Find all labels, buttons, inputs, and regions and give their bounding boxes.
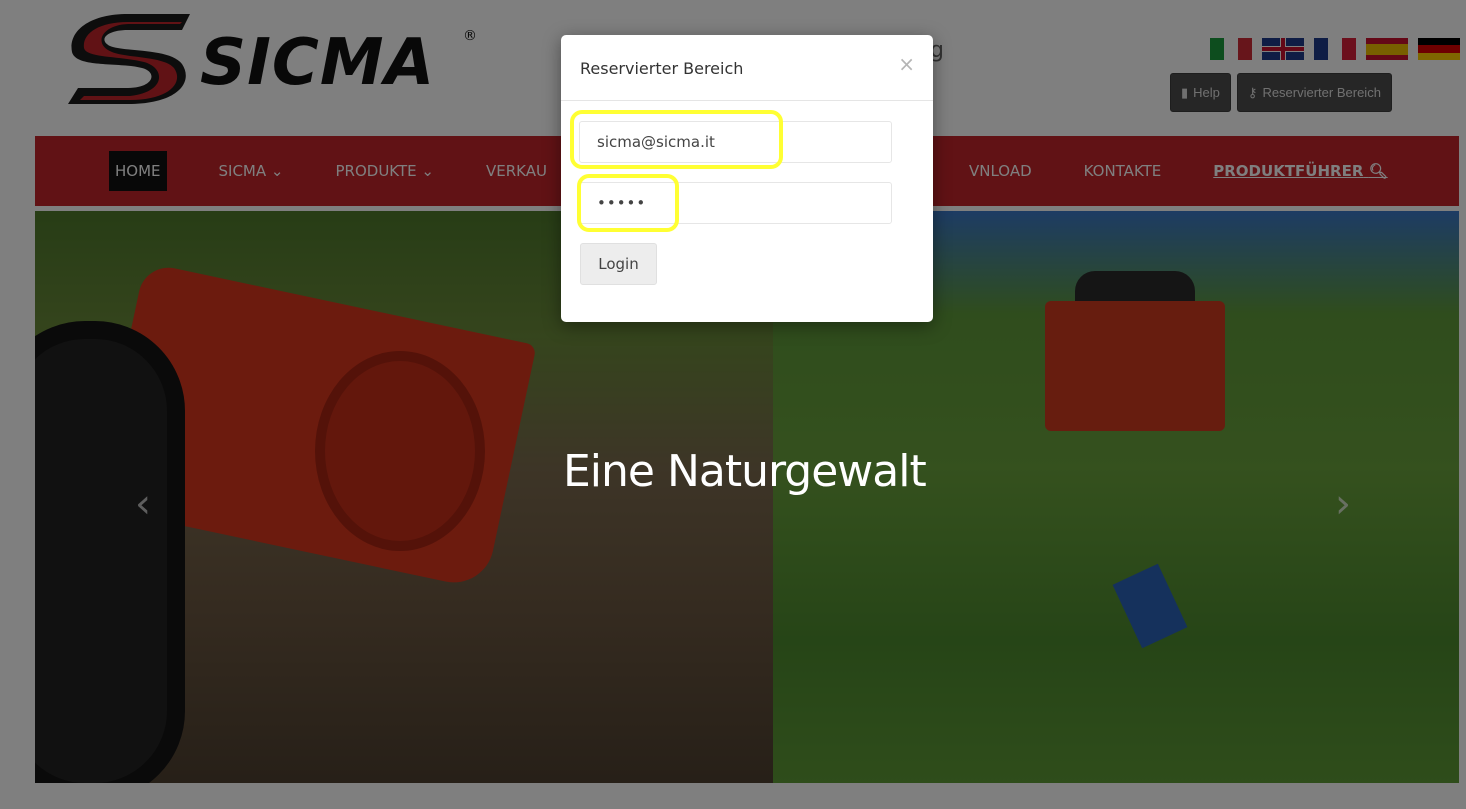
close-icon[interactable]: × bbox=[898, 52, 915, 76]
login-button[interactable]: Login bbox=[580, 243, 657, 285]
hero-caption: Eine Naturgewalt bbox=[563, 446, 927, 497]
modal-title: Reservierter Bereich bbox=[580, 59, 744, 78]
password-highlight-annotation bbox=[577, 174, 679, 232]
email-highlight-annotation bbox=[570, 110, 783, 169]
modal-header: Reservierter Bereich × bbox=[561, 35, 933, 101]
login-label: Login bbox=[598, 255, 639, 273]
